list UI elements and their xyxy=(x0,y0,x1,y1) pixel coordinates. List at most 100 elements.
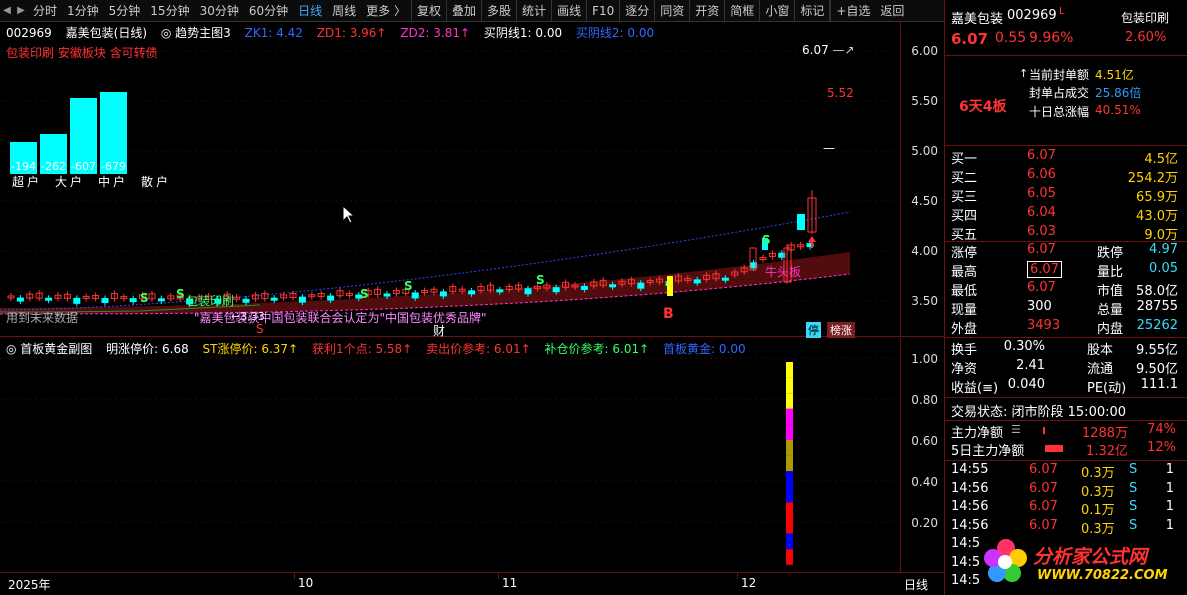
order-label: 买四 xyxy=(951,209,978,224)
holder-bar: -679 xyxy=(100,92,127,174)
toolbar-item[interactable]: 同资 xyxy=(655,0,689,22)
stock-flag: L xyxy=(1059,6,1065,17)
industry-tag[interactable]: 包装印刷 xyxy=(1121,9,1169,26)
quote-value: 6.07 xyxy=(1027,242,1056,257)
sub-tick: 0.80 xyxy=(911,393,938,407)
price-tick: 5.50 xyxy=(911,94,938,108)
quote-label: 量比 xyxy=(1097,265,1124,280)
order-volume: 254.2万 xyxy=(1127,171,1178,186)
toolbar-item[interactable]: 返回 xyxy=(875,0,909,22)
stock-header: 嘉美包装 002969 L 包装印刷 xyxy=(945,6,1187,28)
bull-tag: 牛头板 xyxy=(765,265,802,279)
toolbar-item[interactable]: 叠加 xyxy=(447,0,481,22)
quote-value: 6.07 xyxy=(1027,280,1056,295)
date-oct: 10 xyxy=(298,576,314,590)
quote-row: 最高 6.07 量比 0.05 xyxy=(945,261,1187,280)
order-book-row[interactable]: 买二 6.06 254.2万 xyxy=(945,167,1187,186)
toolbar-item[interactable]: 画线 xyxy=(552,0,586,22)
fundamentals-grid: 换手 0.30% 股本 9.55亿 净资 2.41 流通 9.50亿 收益(≡) 0.040 PE(… xyxy=(945,339,1187,397)
toolbar-item[interactable]: 逐分 xyxy=(620,0,654,22)
capital-pct: 12% xyxy=(1147,440,1176,455)
sub-canvas xyxy=(0,357,900,565)
doc-icon[interactable]: ☰ xyxy=(1011,423,1021,436)
quote-label: 市值 xyxy=(1097,284,1124,299)
order-price: 6.07 xyxy=(1027,148,1056,163)
toolbar-item[interactable]: 复权 xyxy=(412,0,446,22)
quote-row: 涨停 6.07 跌停 4.97 xyxy=(945,242,1187,261)
toolbar-item[interactable]: 分时 xyxy=(28,0,62,22)
up-arrow-icon: ↑ xyxy=(1019,67,1029,80)
toolbar-item[interactable]: 5分钟 xyxy=(104,0,146,22)
holder-bar-value: -679 xyxy=(101,160,126,173)
toolbar-item[interactable]: 多股 xyxy=(482,0,516,22)
date-dec: 12 xyxy=(741,576,757,590)
svg-text:S: S xyxy=(176,287,185,301)
sub-tick: 0.60 xyxy=(911,434,938,448)
holder-bar-value: -607 xyxy=(71,160,96,173)
toolbar-item[interactable]: +自选 xyxy=(831,0,875,22)
toolbar-item[interactable]: F10 xyxy=(587,0,619,22)
quote-value: 3493 xyxy=(1027,318,1061,333)
tick-time: 14:56 xyxy=(951,499,989,514)
nav-left-icon[interactable]: ◀ xyxy=(0,0,14,22)
quote-value: 0.05 xyxy=(1149,261,1178,276)
tick-time: 14:56 xyxy=(951,517,989,533)
toolbar-item[interactable]: 1分钟 xyxy=(62,0,104,22)
nav-right-icon[interactable]: ▶ xyxy=(14,0,28,22)
holder-label: 大户 xyxy=(55,175,86,189)
order-book-row[interactable]: 买一 6.07 4.5亿 xyxy=(945,148,1187,167)
toolbar-item[interactable]: 简框 xyxy=(725,0,759,22)
legend-zd1: ZD1: 3.96↑ xyxy=(316,26,387,40)
order-book-row[interactable]: 买四 6.04 43.0万 xyxy=(945,205,1187,224)
watermark-title: 分析家公式网 xyxy=(1033,546,1148,568)
fund-value: 9.50亿 xyxy=(1136,362,1178,377)
mouse-cursor-icon xyxy=(342,205,356,224)
sub-indicator-chart[interactable]: ◎ 首板黄金副图 明涨停价: 6.68 ST涨停价: 6.37↑ 获利1个点: … xyxy=(0,338,944,572)
quote-value: 25262 xyxy=(1136,318,1178,333)
order-label: 买二 xyxy=(951,171,978,186)
watermark-url: WWW.70822.COM xyxy=(1037,568,1168,583)
toolbar-item[interactable]: 标记 xyxy=(795,0,829,22)
toolbar-item[interactable]: 更多 〉 xyxy=(361,0,411,22)
toolbar-items: 分时 1分钟 5分钟 15分钟 30分钟 60分钟 日线 周线 更多 〉复权 叠加 多股 统计 画线 F1… xyxy=(28,0,909,22)
fund-label: 股本 xyxy=(1087,343,1114,358)
tick-volume: 0.3万 xyxy=(1081,521,1115,537)
toolbar-item[interactable]: 周线 xyxy=(327,0,361,22)
order-book-row[interactable]: 买三 6.05 65.9万 xyxy=(945,186,1187,205)
sub-tick: 0.40 xyxy=(911,475,938,489)
quote-row: 外盘 3493 内盘 25262 xyxy=(945,318,1187,337)
toolbar-item[interactable]: 统计 xyxy=(517,0,551,22)
date-axis: 2025年 10 11 12 日线 xyxy=(0,572,944,595)
toolbar-item[interactable]: 30分钟 xyxy=(195,0,244,22)
price-tick: 4.50 xyxy=(911,194,938,208)
toolbar-item[interactable]: 60分钟 xyxy=(244,0,293,22)
quote-value: 6.07 xyxy=(1027,261,1062,278)
tick-volume: 0.3万 xyxy=(1081,484,1115,500)
legend-indicator[interactable]: ◎ 趋势主图3 xyxy=(161,26,231,40)
svg-text:S: S xyxy=(536,273,545,287)
order-price: 6.04 xyxy=(1027,205,1056,220)
finance-marker[interactable]: 财 xyxy=(433,322,445,339)
trade-status: 交易状态: 闭市阶段 15:00:00 xyxy=(951,405,1127,420)
legend-indicator-label: 趋势主图3 xyxy=(175,26,231,40)
stock-code: 002969 xyxy=(1007,8,1057,23)
toolbar-item[interactable]: 15分钟 xyxy=(145,0,194,22)
seal-value: 4.51亿 xyxy=(1095,68,1134,82)
tick-side: S xyxy=(1129,499,1138,514)
price-axis: 6.00 5.50 5.00 4.50 4.00 3.50 xyxy=(900,22,944,336)
tick-volume: 0.3万 xyxy=(1081,466,1115,481)
toolbar-item[interactable]: 开资 xyxy=(690,0,724,22)
ratio-value: 25.86倍 xyxy=(1095,86,1142,100)
holder-labels: 超户 大户 中户 散户 xyxy=(12,173,182,189)
tick-row: 14:55 6.07 0.3万 S 1 xyxy=(945,462,1187,481)
period-toolbar: ◀ ▶ 分时 1分钟 5分钟 15分钟 30分钟 60分钟 日线 周线 更多 〉复权 叠加 多股 统计… xyxy=(0,0,944,22)
ten-day-label: 十日总涨幅 xyxy=(1029,105,1090,119)
toolbar-item[interactable]: 小窗 xyxy=(760,0,794,22)
tick-volume: 0.1万 xyxy=(1081,503,1115,518)
period-label[interactable]: 日线 xyxy=(904,576,928,593)
svg-text:S: S xyxy=(140,291,149,305)
price-pct: 9.96% xyxy=(1029,30,1074,46)
toolbar-item[interactable]: 日线 xyxy=(293,0,327,22)
main-kline-chart[interactable]: S S S S S S 002969 嘉美包装(日线) ◎ 趋势主图3 ZK1: 4.42… xyxy=(0,22,944,339)
tick-price: 6.07 xyxy=(1029,462,1058,477)
